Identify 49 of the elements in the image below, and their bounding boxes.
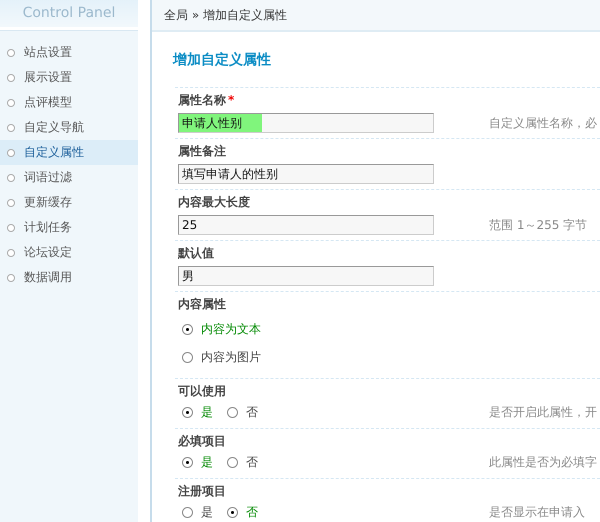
bullet-icon: [7, 248, 15, 256]
bullet-icon: [7, 224, 15, 232]
bullet-icon: [7, 148, 15, 156]
bullet-icon: [7, 124, 15, 132]
field-label: 必填项目: [178, 433, 226, 449]
bullet-icon: [7, 98, 15, 106]
field-label: 注册项目: [178, 483, 226, 499]
bullet-icon: [7, 74, 15, 82]
sidebar-item[interactable]: 自定义属性: [0, 140, 138, 165]
sidebar-item[interactable]: 数据调用: [0, 265, 138, 290]
input-field[interactable]: 25: [178, 215, 434, 235]
logo-text: Control Panel: [22, 4, 116, 22]
sidebar-item[interactable]: 更新缓存: [0, 190, 138, 215]
radio-option[interactable]: 内容为文本: [182, 315, 261, 343]
field-label: 默认值: [178, 245, 214, 261]
sidebar-item[interactable]: 展示设置: [0, 65, 138, 90]
sidebar-item[interactable]: 词语过滤: [0, 165, 138, 190]
bullet-icon: [7, 274, 15, 282]
bullet-icon: [7, 48, 15, 56]
page-heading: 增加自定义属性: [173, 50, 272, 70]
hint-text: 范围 1～255 字节: [489, 217, 588, 233]
field-label: 内容最大长度: [178, 194, 250, 210]
sidebar-item[interactable]: 自定义导航: [0, 115, 138, 140]
sidebar-item[interactable]: 点评模型: [0, 90, 138, 115]
field-label: 属性名称: [178, 92, 226, 108]
radio-option[interactable]: 是: [182, 501, 213, 522]
bullet-icon: [7, 174, 15, 182]
hint-text: 是否显示在申请入: [489, 504, 585, 520]
hint-text: 此属性是否为必填字: [489, 454, 597, 470]
hint-text: 是否开启此属性，开: [489, 404, 597, 420]
sidebar-item[interactable]: 站点设置: [0, 40, 138, 65]
radio-option[interactable]: 否: [227, 501, 258, 522]
input-field[interactable]: 男: [178, 266, 434, 286]
radio-option[interactable]: 否: [227, 401, 258, 423]
breadcrumb: 全局 » 增加自定义属性: [164, 6, 287, 24]
hint-text: 自定义属性名称，必: [489, 115, 597, 131]
sidebar-item[interactable]: 论坛设定: [0, 240, 138, 265]
radio-option[interactable]: 否: [227, 451, 258, 473]
radio-option[interactable]: 内容为图片: [182, 343, 261, 371]
field-label: 属性备注: [178, 143, 226, 159]
field-label: 内容属性: [178, 296, 226, 312]
field-label: 可以使用: [178, 383, 226, 399]
input-field[interactable]: 申请人性别: [178, 113, 434, 133]
sidebar-item[interactable]: 计划任务: [0, 215, 138, 240]
radio-option[interactable]: 是: [182, 451, 213, 473]
bullet-icon: [7, 198, 15, 206]
input-field[interactable]: 填写申请人的性别: [178, 164, 434, 184]
radio-option[interactable]: 是: [182, 401, 213, 423]
required-mark: *: [228, 92, 234, 108]
